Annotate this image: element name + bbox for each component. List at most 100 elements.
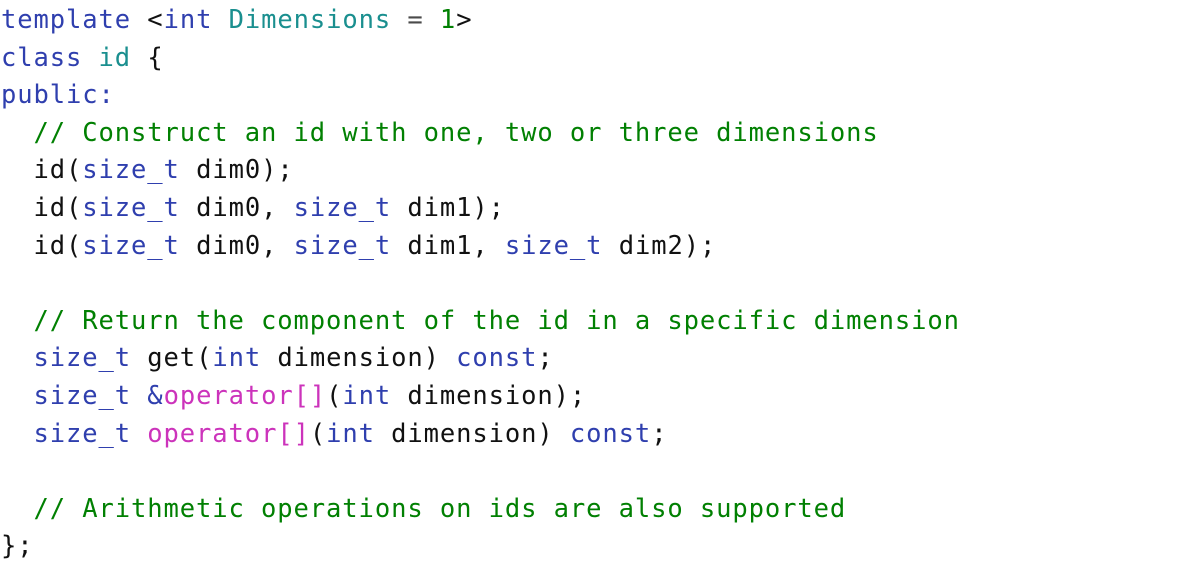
- code-token-comment: // Construct an id with one, two or thre…: [33, 117, 879, 148]
- code-token-punct: (: [326, 380, 343, 411]
- code-token-keyword: int: [326, 418, 375, 449]
- code-line: size_t get(int dimension) const;: [0, 340, 1204, 378]
- code-token-operator: operator[]: [147, 418, 310, 449]
- code-token-punct: );: [553, 380, 587, 411]
- code-token-keyword: const: [456, 343, 538, 374]
- code-token-punct: );: [683, 230, 717, 261]
- code-token-punct: <: [147, 5, 164, 35]
- code-line: id(size_t dim0, size_t dim1, size_t dim2…: [0, 228, 1204, 266]
- code-token-punct: {: [147, 42, 164, 73]
- code-token-type: Dimensions: [228, 5, 392, 35]
- code-line: public:: [0, 77, 1204, 115]
- code-token-parameter: dimension: [391, 418, 538, 449]
- code-token-punct: >: [456, 5, 473, 35]
- code-token-punct: (: [66, 155, 83, 186]
- code-token-punct: ): [423, 343, 457, 374]
- code-token-punct: ,: [472, 230, 505, 261]
- code-line: };: [0, 528, 1204, 566]
- code-line: size_t &operator[](int dimension);: [0, 378, 1204, 416]
- code-token-punct: ,: [261, 230, 294, 261]
- code-token-type: id: [98, 42, 132, 73]
- code-token-parameter: dim0: [196, 230, 262, 261]
- code-token-function: id: [33, 192, 67, 223]
- code-token-punct: );: [261, 155, 294, 186]
- code-token-keyword: class: [1, 42, 83, 73]
- code-token-punct: ;: [651, 418, 668, 449]
- code-token-keyword: size_t: [82, 192, 180, 223]
- code-line: // Construct an id with one, two or thre…: [0, 115, 1204, 153]
- code-line: class id {: [0, 40, 1204, 78]
- code-token-keyword: const: [569, 418, 652, 449]
- code-line: id(size_t dim0, size_t dim1);: [0, 190, 1204, 228]
- code-token-keyword: template: [1, 5, 132, 35]
- code-token-keyword: int: [212, 343, 262, 374]
- code-token-punct: ): [537, 418, 570, 449]
- code-token-parameter: dimension: [277, 343, 424, 374]
- code-token-keyword: size_t: [33, 380, 132, 411]
- code-token-function: id: [33, 230, 67, 261]
- code-token-keyword: size_t: [293, 230, 392, 261]
- code-token-keyword: public:: [1, 80, 115, 111]
- code-token-punct: (: [309, 418, 327, 449]
- code-token-punct: ;: [537, 343, 554, 374]
- code-token-parameter: dim0: [196, 155, 262, 186]
- code-line: // Return the component of the id in a s…: [0, 303, 1204, 341]
- code-token-keyword: size_t: [33, 418, 132, 449]
- code-token-keyword: size_t: [82, 155, 180, 186]
- code-token-punct: (: [196, 343, 213, 374]
- code-token-parameter: dim0: [196, 192, 262, 223]
- code-token-function: id: [33, 155, 67, 186]
- code-token-parameter: dimension: [407, 380, 554, 411]
- code-line: id(size_t dim0);: [0, 152, 1204, 190]
- code-token-keyword: &: [147, 380, 164, 411]
- code-token-operator: operator[]: [163, 380, 327, 411]
- code-token-punct: (: [66, 230, 83, 261]
- code-token-punct: };: [1, 531, 34, 562]
- code-token-keyword: size_t: [33, 343, 132, 374]
- code-token-parameter: dim2: [618, 230, 684, 261]
- code-listing: template <int Dimensions = 1> class id {p…: [0, 0, 1204, 579]
- code-token-equals: =: [407, 5, 424, 35]
- code-token-keyword: int: [163, 5, 213, 35]
- code-token-function: get: [147, 343, 197, 374]
- code-token-keyword: size_t: [82, 230, 180, 261]
- code-token-keyword: int: [342, 380, 392, 411]
- code-token-punct: ,: [261, 192, 294, 223]
- code-token-number: 1: [439, 5, 457, 35]
- code-token-comment: // Return the component of the id in a s…: [33, 305, 960, 336]
- code-token-keyword: size_t: [504, 230, 603, 261]
- code-token-punct: );: [472, 192, 505, 223]
- code-line: size_t operator[](int dimension) const;: [0, 416, 1204, 454]
- code-token-punct: (: [66, 192, 83, 223]
- code-token-parameter: dim1: [407, 192, 473, 223]
- code-token-comment: // Arithmetic operations on ids are also…: [33, 493, 847, 524]
